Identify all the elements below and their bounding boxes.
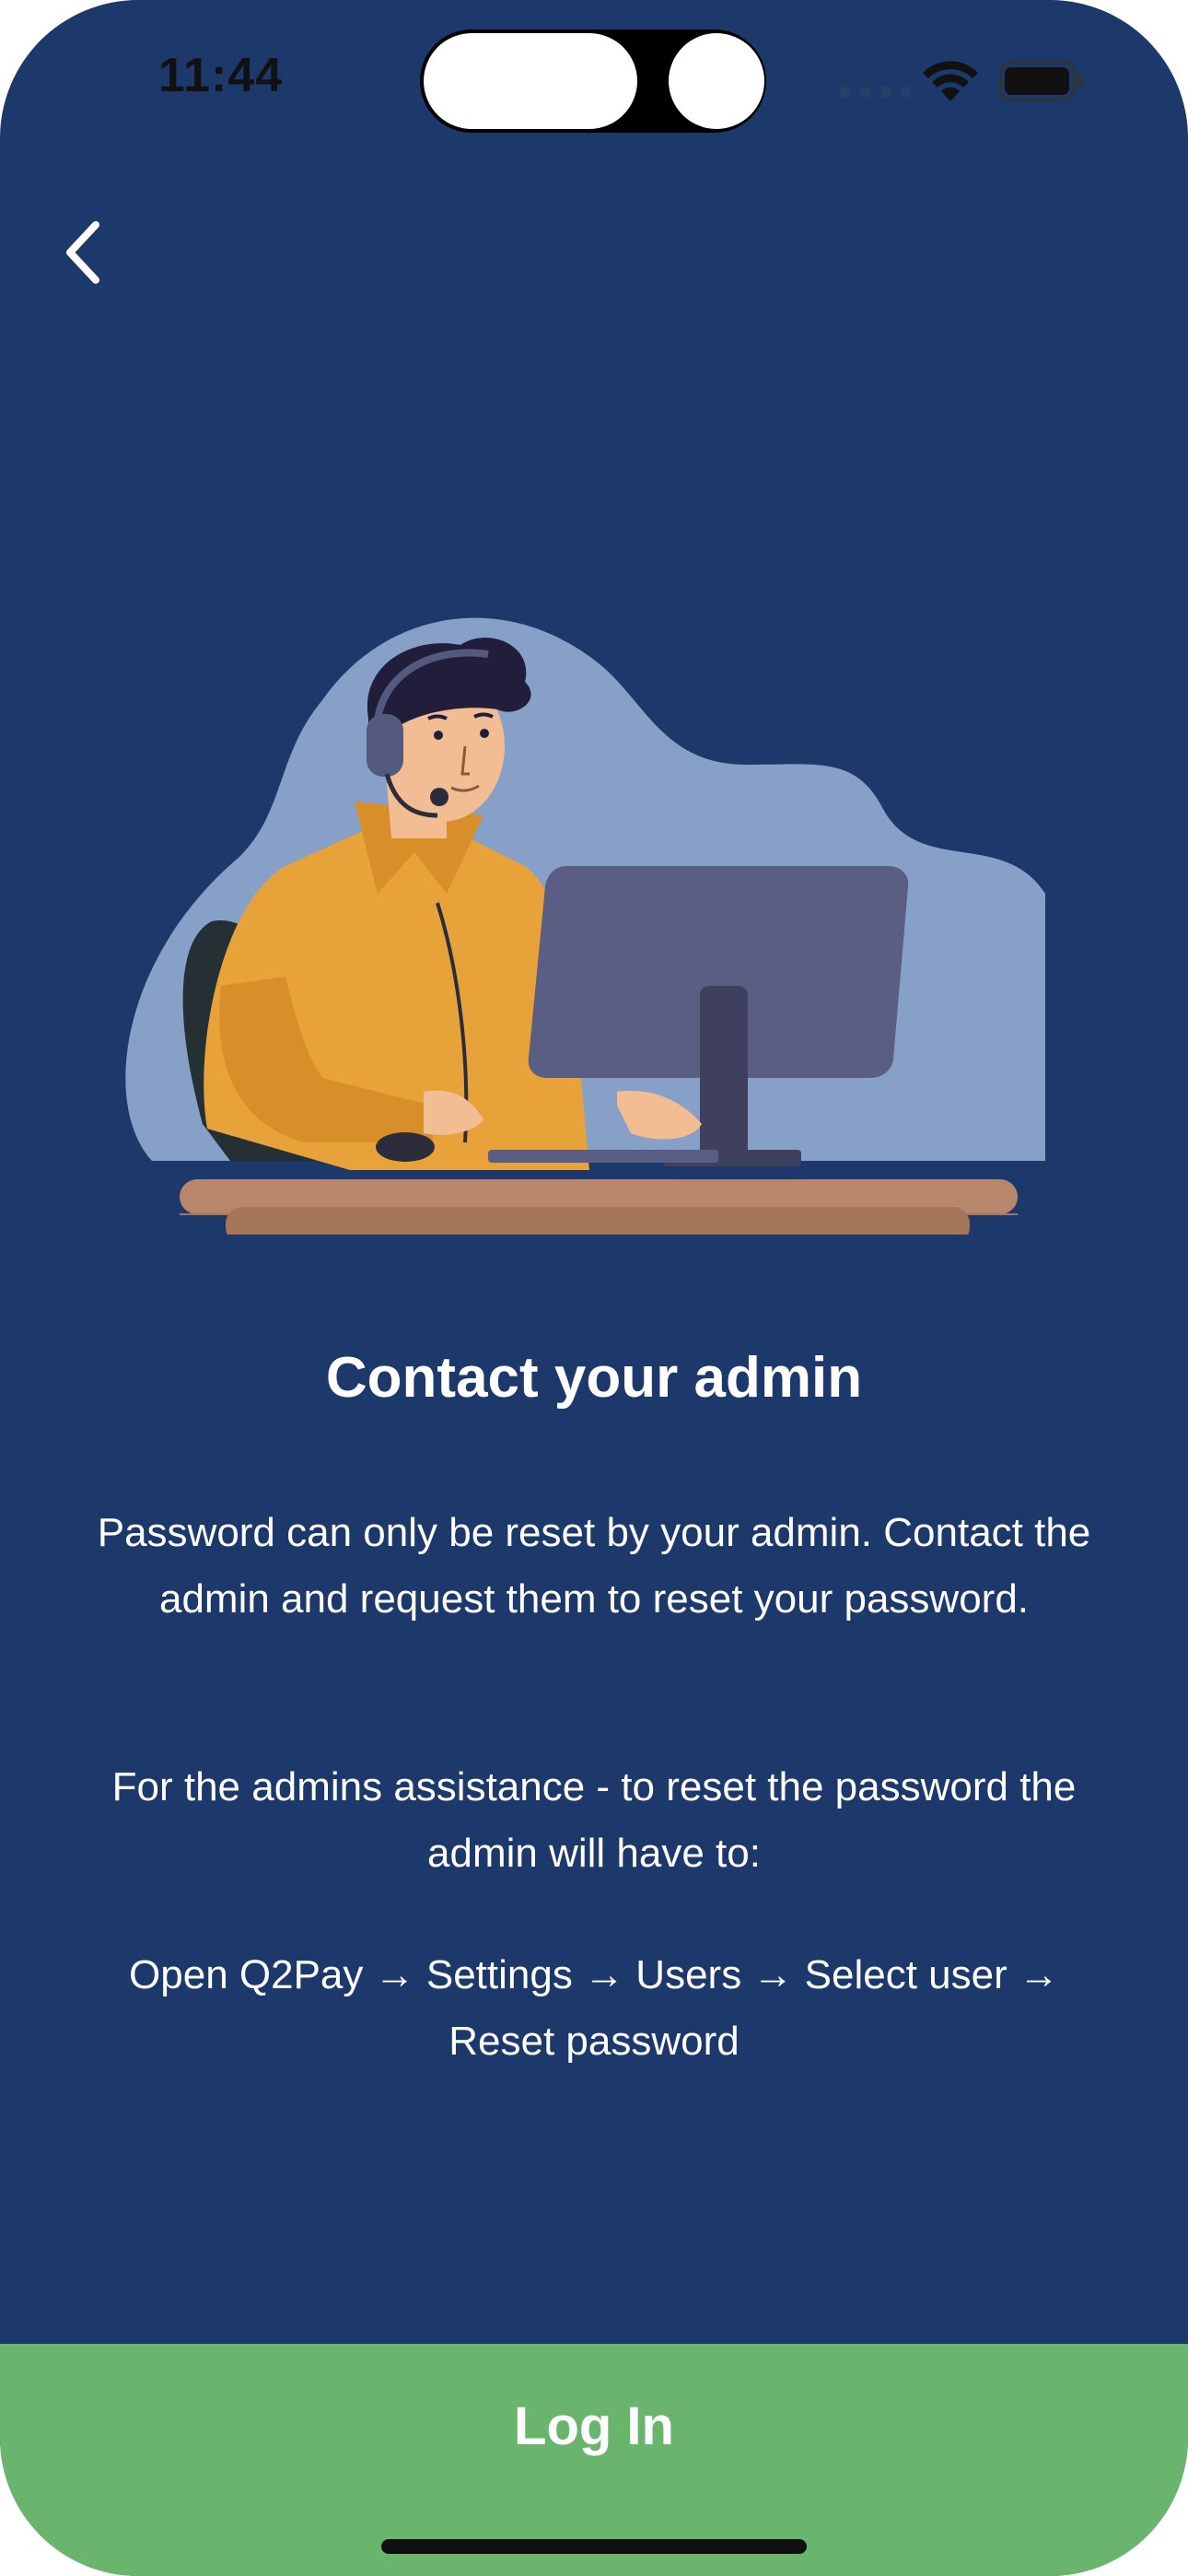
- home-indicator: [381, 2539, 807, 2554]
- reset-steps-paragraph: Open Q2Pay → Settings → Users → Select u…: [129, 1952, 1059, 2064]
- reset-info-paragraph: Password can only be reset by your admin…: [97, 1510, 1091, 1622]
- back-button[interactable]: [50, 210, 116, 295]
- admin-assistance-paragraph: For the admins assistance - to reset the…: [111, 1764, 1077, 1876]
- island-pill: [424, 33, 637, 129]
- cellular-signal-icon: [840, 87, 912, 98]
- island-dot: [669, 33, 764, 129]
- wifi-icon: [923, 61, 978, 101]
- contact-admin-screen: 11:44 Contact your admin Password can on…: [0, 0, 1188, 2576]
- chevron-left-icon: [66, 221, 99, 284]
- status-time: 11:44: [158, 49, 284, 102]
- support-agent-illustration: [125, 617, 1045, 1235]
- battery-icon: [998, 61, 1082, 101]
- dynamic-island: [420, 29, 766, 133]
- page-title: Contact your admin: [325, 1346, 863, 1410]
